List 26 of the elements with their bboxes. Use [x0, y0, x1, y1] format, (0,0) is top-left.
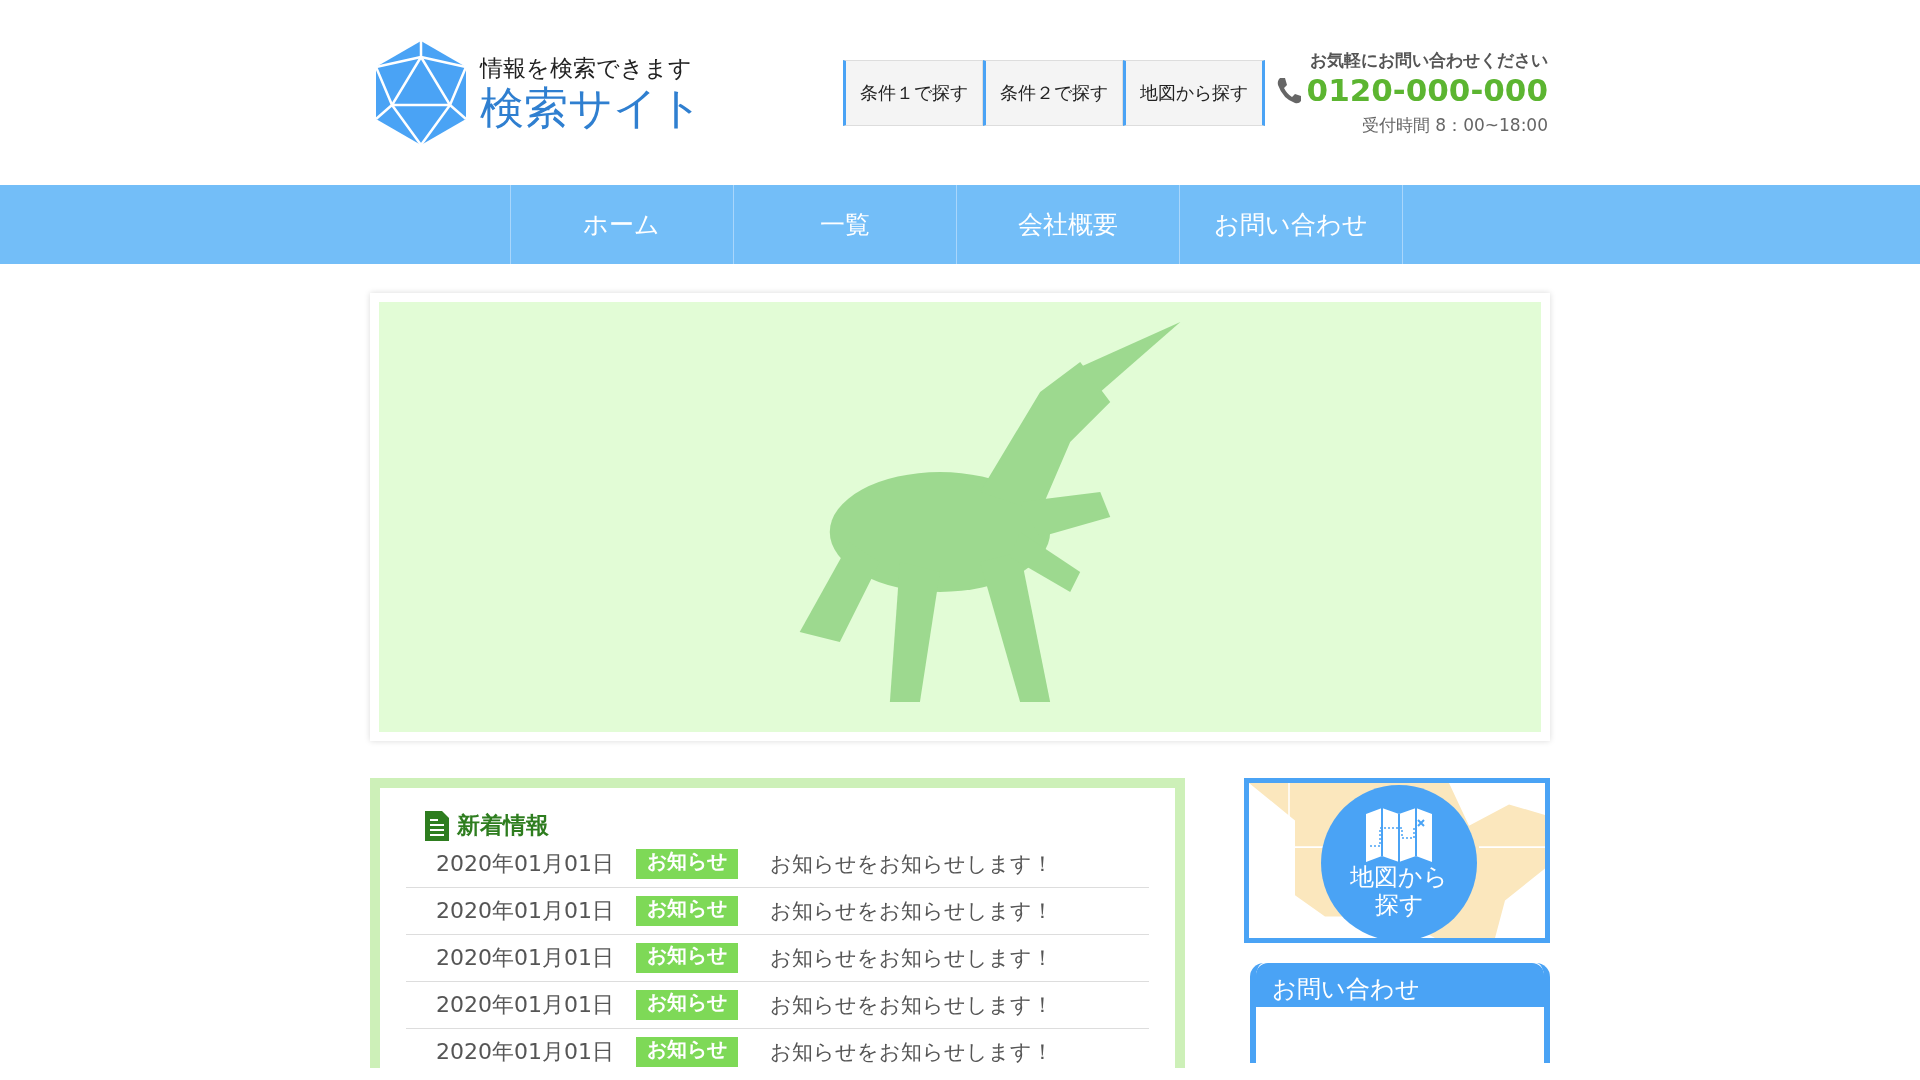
news-tag: お知らせ [636, 943, 738, 973]
news-tag: お知らせ [636, 990, 738, 1020]
business-hours: 受付時間 8：00~18:00 [1361, 113, 1548, 137]
search-button[interactable]: 条件２で探す [983, 59, 1123, 126]
news-date: 2020年01月01日 [436, 850, 615, 878]
logo-tagline: 情報を検索できます [480, 53, 693, 83]
contact-lead: お気軽にお問い合わせください [1310, 48, 1548, 72]
news-date: 2020年01月01日 [436, 944, 615, 972]
news-date: 2020年01月01日 [436, 897, 615, 925]
map-icon [1364, 806, 1434, 865]
news-title: 新着情報 [457, 811, 549, 840]
contact-box-title: お問い合わせ [1256, 963, 1544, 1007]
news-text[interactable]: お知らせをお知らせします！ [770, 991, 1053, 1019]
search-button[interactable]: 条件１で探す [843, 59, 983, 126]
news-tag: お知らせ [636, 896, 738, 926]
news-date: 2020年01月01日 [436, 1038, 615, 1066]
news-date: 2020年01月01日 [436, 991, 615, 1019]
document-icon [425, 810, 449, 841]
logo-title: 検索サイト [480, 83, 703, 133]
news-tag: お知らせ [636, 1037, 738, 1067]
news-text[interactable]: お知らせをお知らせします！ [770, 850, 1053, 878]
news-tag: お知らせ [636, 849, 738, 879]
news-text[interactable]: お知らせをお知らせします！ [770, 897, 1053, 925]
search-button[interactable]: 地図から探す [1123, 59, 1265, 126]
news-text[interactable]: お知らせをお知らせします！ [770, 1038, 1053, 1066]
news-text[interactable]: お知らせをお知らせします！ [770, 944, 1053, 972]
